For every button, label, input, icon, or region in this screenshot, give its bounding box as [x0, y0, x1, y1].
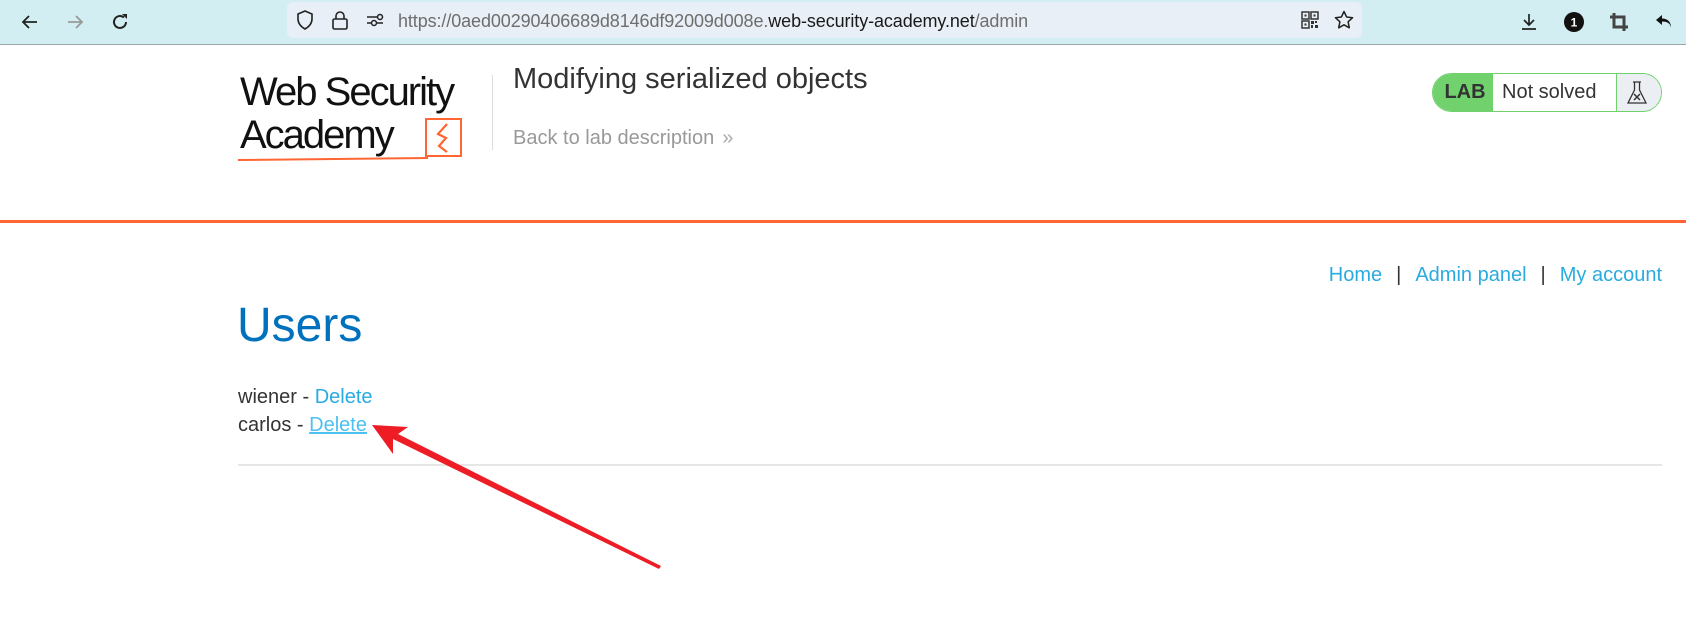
url-path: /admin: [974, 11, 1029, 31]
site-settings-icon[interactable]: [364, 9, 386, 31]
top-nav: Home | Admin panel | My account: [1329, 264, 1662, 287]
lab-header: Web Security Academy Modifying serialize…: [0, 45, 1686, 223]
shield-icon[interactable]: [294, 9, 316, 31]
url-prefix: https://0aed00290406689d8146df92009d008e…: [398, 11, 769, 31]
lock-icon[interactable]: [329, 9, 351, 31]
back-icon[interactable]: [18, 10, 42, 34]
notification-count: 1: [1571, 16, 1578, 30]
user-row: carlos - Delete: [238, 411, 373, 439]
double-chevron-right-icon: »: [722, 127, 734, 149]
browser-toolbar: https://0aed00290406689d8146df92009d008e…: [0, 0, 1686, 45]
web-security-academy-logo[interactable]: Web Security Academy: [237, 70, 488, 165]
crop-icon[interactable]: [1607, 10, 1631, 34]
download-icon[interactable]: [1517, 10, 1541, 34]
nav-admin-panel-link[interactable]: Admin panel: [1415, 264, 1526, 287]
forward-icon[interactable]: [63, 10, 87, 34]
user-row: wiener - Delete: [238, 383, 373, 411]
lab-title: Modifying serialized objects: [513, 63, 868, 95]
url-text[interactable]: https://0aed00290406689d8146df92009d008e…: [398, 11, 1028, 32]
delete-user-link[interactable]: Delete: [309, 414, 367, 436]
url-host: web-security-academy.net: [768, 11, 975, 31]
nav-home-link[interactable]: Home: [1329, 264, 1382, 287]
user-separator: -: [291, 414, 310, 436]
url-bar[interactable]: https://0aed00290406689d8146df92009d008e…: [287, 2, 1362, 38]
undo-icon[interactable]: [1652, 10, 1676, 34]
lab-status-text: Not solved: [1493, 74, 1617, 111]
lab-label: LAB: [1433, 74, 1493, 111]
user-separator: -: [296, 386, 315, 408]
lab-status-badge: LAB Not solved: [1432, 73, 1662, 112]
nav-separator: |: [1396, 264, 1402, 286]
bookmark-star-icon[interactable]: [1333, 9, 1355, 31]
reload-icon[interactable]: [108, 10, 132, 34]
user-name: carlos: [238, 414, 292, 436]
flask-icon: [1617, 74, 1661, 111]
back-link-label: Back to lab description: [513, 127, 715, 149]
nav-separator: |: [1540, 264, 1546, 286]
annotation-arrow-shape: [372, 425, 661, 569]
page-heading: Users: [237, 299, 363, 352]
logo-text-line2: Academy: [240, 113, 395, 157]
back-to-lab-description-link[interactable]: Back to lab description »: [513, 127, 733, 150]
nav-my-account-link[interactable]: My account: [1560, 264, 1662, 287]
logo-text-line1: Web Security: [240, 70, 455, 114]
logo-lightning-box-icon: [425, 118, 462, 157]
delete-user-link[interactable]: Delete: [315, 386, 373, 408]
content-divider: [238, 464, 1662, 466]
header-divider: [492, 75, 493, 150]
notification-count-icon[interactable]: 1: [1562, 10, 1586, 34]
user-name: wiener: [238, 386, 297, 408]
user-list: wiener - Delete carlos - Delete: [238, 383, 373, 439]
qr-code-icon[interactable]: [1299, 9, 1321, 31]
